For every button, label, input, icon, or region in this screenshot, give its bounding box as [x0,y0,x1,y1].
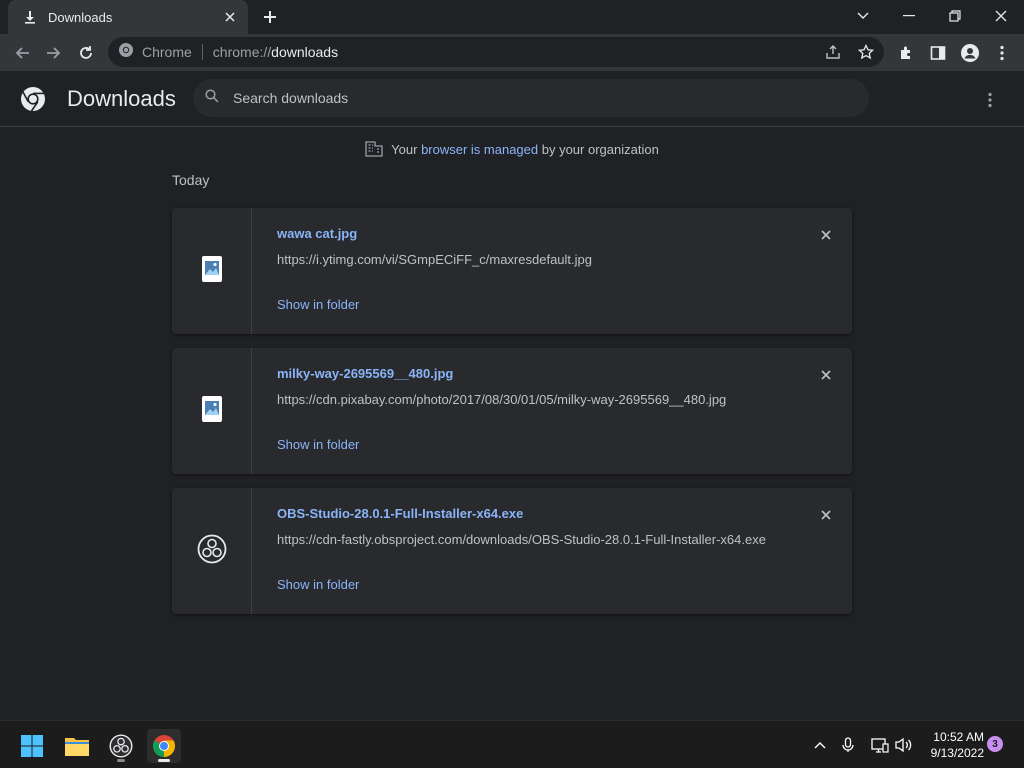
more-actions-icon[interactable] [978,88,1002,112]
download-item: OBS-Studio-28.0.1-Full-Installer-x64.exe… [172,488,852,614]
image-file-icon [201,255,222,287]
search-icon [205,88,219,108]
toolbar: Chrome chrome://downloads [0,34,1024,71]
file-url[interactable]: https://i.ytimg.com/vi/SGmpECiFF_c/maxre… [277,252,592,267]
file-url[interactable]: https://cdn-fastly.obsproject.com/downlo… [277,532,766,547]
notification-badge[interactable]: 3 [987,736,1003,752]
building-icon [365,141,383,157]
url-scheme: chrome:// [212,44,272,60]
volume-icon[interactable] [894,735,914,755]
page-title: Downloads [67,86,176,111]
extensions-icon[interactable] [893,40,919,66]
site-label: Chrome [142,44,192,60]
windows-start-icon[interactable] [15,729,49,763]
tab-search-chevron-icon[interactable] [851,5,875,27]
file-icon-column [172,348,252,474]
close-tab-icon[interactable] [222,9,238,25]
file-name-link[interactable]: wawa cat.jpg [277,226,357,241]
chrome-site-icon [118,42,134,63]
reload-icon[interactable] [73,40,99,66]
search-box[interactable] [193,79,869,117]
chevron-up-icon[interactable] [810,735,830,755]
remove-close-icon[interactable] [816,505,836,525]
side-panel-icon[interactable] [925,40,951,66]
download-icon [22,9,38,25]
chrome-taskbar-icon[interactable] [147,729,181,763]
show-in-folder-link[interactable]: Show in folder [277,577,359,592]
obs-taskbar-icon[interactable] [104,729,138,763]
url-text[interactable]: chrome://downloads [213,44,338,60]
file-name-link[interactable]: OBS-Studio-28.0.1-Full-Installer-x64.exe [277,506,523,521]
restore-icon[interactable] [943,5,967,27]
clock-date: 9/13/2022 [930,746,984,760]
chrome-logo-icon [20,86,46,112]
bookmark-star-icon[interactable] [855,41,877,63]
forward-icon[interactable] [41,40,67,66]
search-input[interactable] [233,90,833,106]
show-in-folder-link[interactable]: Show in folder [277,297,359,312]
tab-strip: Downloads [0,0,1024,34]
chrome-menu-icon[interactable] [989,40,1015,66]
managed-link[interactable]: browser is managed [421,142,538,157]
omnibox-separator [201,44,203,60]
clock-time: 10:52 AM [933,730,984,744]
running-indicator [158,759,170,762]
obs-icon [197,534,227,569]
back-icon[interactable] [9,40,35,66]
download-item: milky-way-2695569__480.jpg https://cdn.p… [172,348,852,474]
tab-downloads[interactable]: Downloads [8,0,248,34]
managed-notice: Your browser is managed by your organiza… [0,140,1024,158]
url-host: downloads [271,44,339,60]
managed-suffix: by your organization [538,141,659,157]
address-bar[interactable]: Chrome chrome://downloads [108,37,884,67]
file-icon-column [172,208,252,334]
share-icon[interactable] [822,41,844,63]
minimize-icon[interactable] [897,5,921,27]
file-icon-column [172,488,252,614]
date-section-title: Today [172,172,210,188]
download-item: wawa cat.jpg https://i.ytimg.com/vi/SGmp… [172,208,852,334]
managed-prefix: Your [391,141,422,157]
system-clock[interactable]: 10:52 AM 9/13/2022 [920,729,984,761]
file-url[interactable]: https://cdn.pixabay.com/photo/2017/08/30… [277,392,726,407]
taskbar: 10:52 AM 9/13/2022 [0,720,1024,768]
image-file-icon [201,395,222,427]
remove-close-icon[interactable] [816,365,836,385]
microphone-icon[interactable] [838,735,858,755]
show-in-folder-link[interactable]: Show in folder [277,437,359,452]
file-explorer-icon[interactable] [60,729,94,763]
file-name-link[interactable]: milky-way-2695569__480.jpg [277,366,453,381]
running-indicator [117,759,125,762]
downloads-header: Downloads [0,71,1024,127]
close-window-icon[interactable] [989,5,1013,27]
remove-close-icon[interactable] [816,225,836,245]
new-tab-icon[interactable] [260,7,280,27]
tab-title: Downloads [48,9,113,25]
profile-icon[interactable] [957,40,983,66]
network-icon[interactable] [870,735,890,755]
